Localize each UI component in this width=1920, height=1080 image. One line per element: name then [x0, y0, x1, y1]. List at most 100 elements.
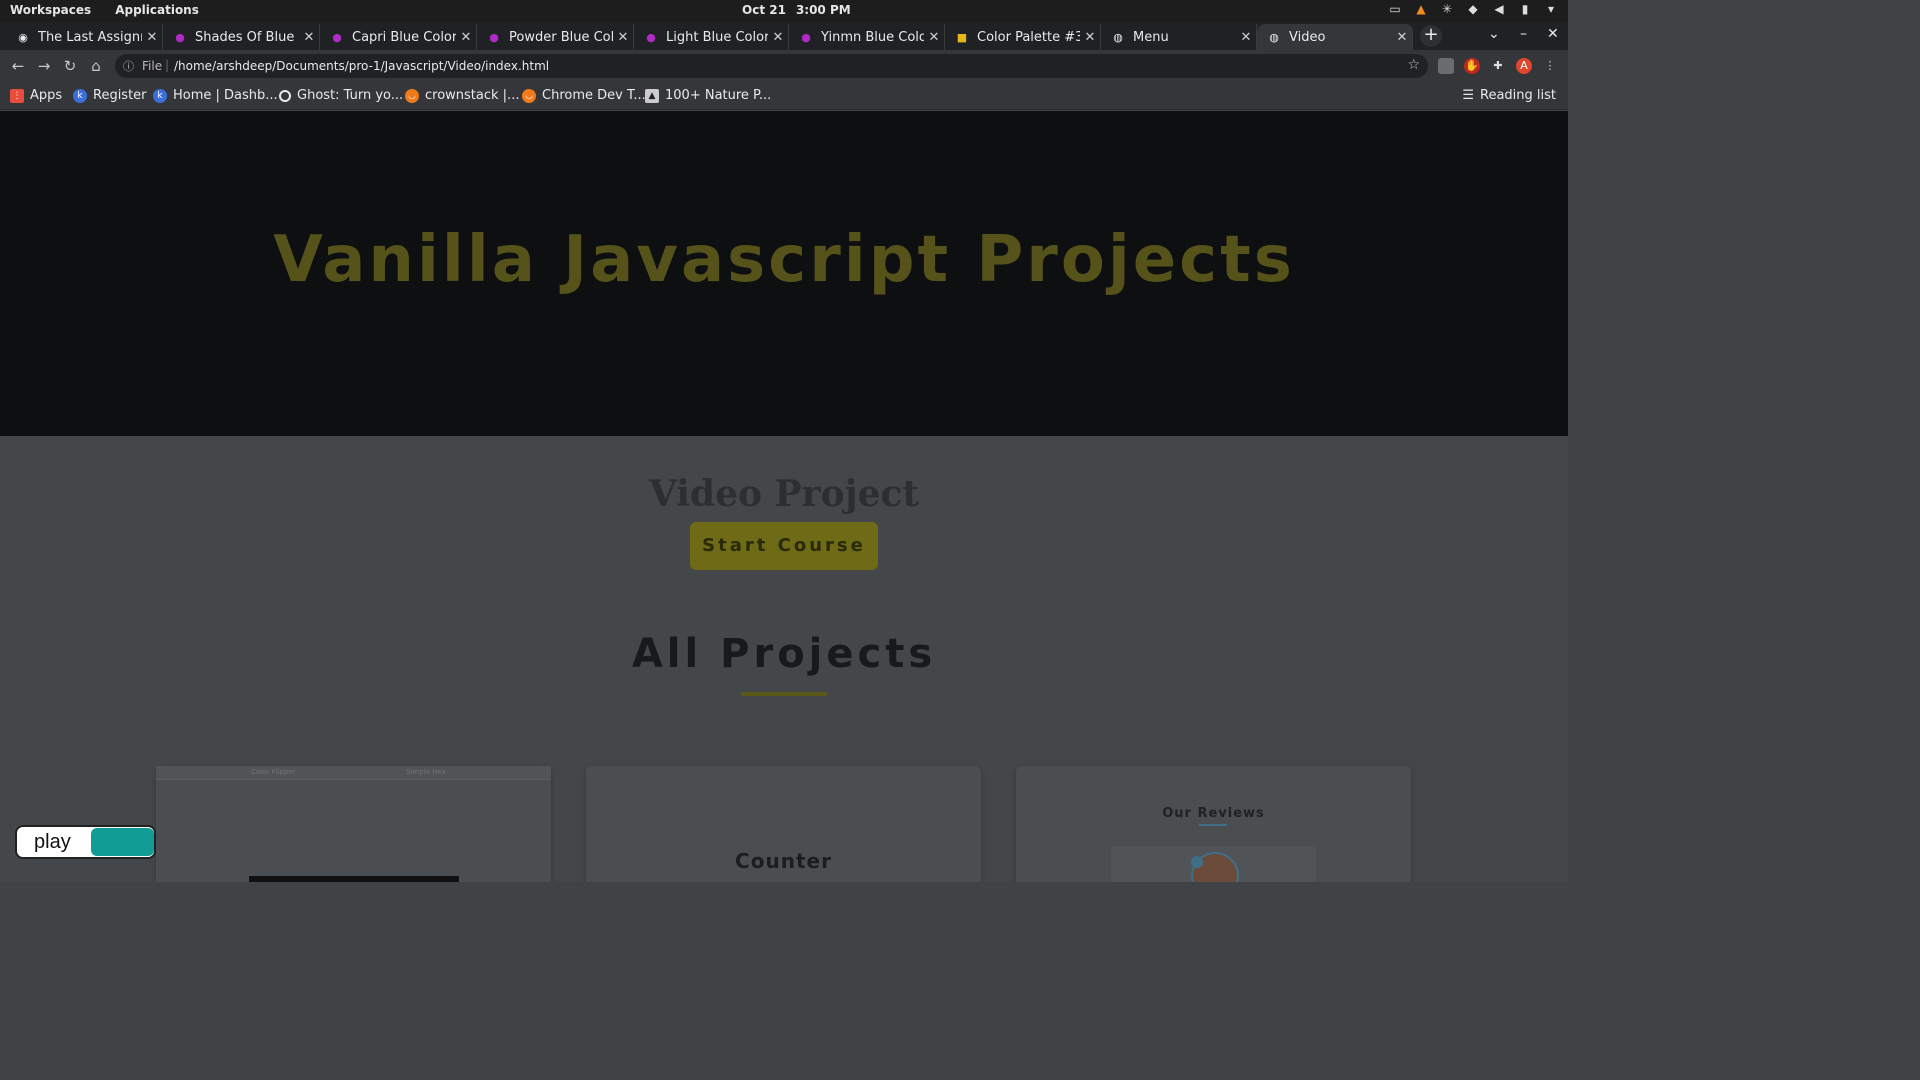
system-tray: ▭ ▲ ✳ ◆ ◀ ▮ ▾ [1388, 2, 1558, 16]
all-projects-title: All Projects [631, 631, 937, 677]
bookmark-label: Ghost: Turn yo... [297, 88, 404, 103]
tab-title: The Last Assignm [38, 29, 142, 45]
project-card-counter[interactable]: Counter [586, 766, 981, 882]
globe-icon: ◍ [1269, 30, 1279, 44]
bookmark-ghost[interactable]: Ghost: Turn yo... [279, 88, 403, 103]
minimize-icon[interactable]: – [1520, 26, 1527, 42]
drop-icon: ● [489, 30, 499, 44]
info-icon[interactable]: ⓘ [123, 58, 134, 74]
play-label: play [34, 831, 71, 853]
close-icon[interactable]: ✕ [1392, 30, 1412, 45]
system-top-bar: Workspaces Applications Oct 21 3:00 PM ▭… [0, 0, 1568, 22]
profile-avatar-icon[interactable]: A [1516, 58, 1532, 74]
tab-title: Shades Of Blue C [195, 29, 299, 45]
card-preview-navbar: Color Flipper Simple Hex [156, 766, 551, 780]
toggle-knob[interactable] [91, 828, 154, 856]
new-tab-button[interactable]: + [1420, 25, 1442, 47]
reviews-title: Our Reviews [1162, 806, 1265, 821]
url-text[interactable]: /home/arshdeep/Documents/pro-1/Javascrip… [174, 59, 549, 73]
tab-title: Menu [1133, 29, 1169, 45]
tab-capri-blue[interactable]: ● Capri Blue Color ✕ [320, 24, 477, 50]
tab-title: Capri Blue Color [352, 29, 456, 45]
kebab-menu-icon[interactable]: ⋮ [1542, 58, 1558, 74]
reload-icon[interactable]: ↻ [60, 56, 80, 76]
close-window-icon[interactable]: ✕ [1547, 26, 1559, 42]
bookmark-star-icon[interactable]: ☆ [1407, 57, 1420, 73]
extension-icon[interactable] [1438, 58, 1454, 74]
battery-icon[interactable]: ▮ [1518, 2, 1532, 16]
globe-icon: ◍ [1113, 30, 1123, 44]
clock[interactable]: Oct 21 3:00 PM [742, 3, 851, 17]
project-card-color-flipper[interactable]: Color Flipper Simple Hex [156, 766, 551, 882]
bookmark-apps[interactable]: ⋮ Apps [10, 88, 62, 103]
tab-title: Powder Blue Colo [509, 29, 613, 45]
close-icon[interactable]: ✕ [456, 30, 476, 45]
close-icon[interactable]: ✕ [1080, 30, 1100, 45]
file-label: File [142, 59, 163, 73]
tab-the-last-assignment[interactable]: ◉ The Last Assignm ✕ [6, 24, 163, 50]
title-underline [741, 692, 827, 696]
volume-icon[interactable]: ◀ [1492, 2, 1506, 16]
k-icon: k [153, 88, 167, 103]
preview-tab: Color Flipper [251, 768, 296, 776]
tab-strip: ◉ The Last Assignm ✕ ● Shades Of Blue C … [0, 22, 1568, 50]
bookmark-label: Chrome Dev T... [542, 88, 646, 103]
close-icon[interactable]: ✕ [1236, 30, 1256, 45]
applications-menu[interactable]: Applications [115, 3, 199, 17]
crown-icon: ◡ [405, 88, 419, 103]
bookmark-label: Apps [30, 88, 63, 103]
k-icon: k [73, 88, 87, 103]
chevron-down-icon[interactable]: ▾ [1544, 2, 1558, 16]
slack-icon[interactable]: ✳ [1440, 2, 1454, 16]
tab-video[interactable]: ◍ Video ✕ [1257, 24, 1413, 50]
close-icon[interactable]: ✕ [613, 30, 633, 45]
video-project-title: Video Project [648, 473, 920, 515]
crown-icon: ◡ [522, 88, 536, 103]
quote-icon [1191, 856, 1203, 868]
bookmark-home-dashboard[interactable]: k Home | Dashb... [153, 88, 278, 103]
tab-color-palette[interactable]: ■ Color Palette #35 ✕ [945, 24, 1101, 50]
drop-icon: ● [801, 30, 811, 44]
puzzle-icon[interactable]: ✚ [1490, 58, 1506, 74]
preview-bar [249, 876, 459, 882]
reading-list[interactable]: ☰ Reading list [1462, 88, 1556, 103]
start-course-button[interactable]: Start Course [690, 522, 878, 570]
palette-icon: ■ [956, 30, 968, 44]
preview-tab: Simple Hex [406, 768, 446, 776]
page-content: Vanilla Javascript Projects Video Projec… [0, 111, 1568, 882]
close-icon[interactable]: ✕ [924, 30, 944, 45]
wifi-icon[interactable]: ◆ [1466, 2, 1480, 16]
play-pause-toggle[interactable]: play [15, 825, 156, 859]
tab-light-blue[interactable]: ● Light Blue Color ✕ [634, 24, 789, 50]
project-card-reviews[interactable]: Our Reviews [1016, 766, 1411, 882]
bookmark-chrome-dev[interactable]: ◡ Chrome Dev T... [522, 88, 646, 103]
tab-title: Yinmn Blue Color [821, 29, 924, 45]
bookmarks-bar: ⋮ Apps k Register k Home | Dashb... Ghos… [0, 82, 1568, 110]
bookmark-crownstack[interactable]: ◡ crownstack |... [405, 88, 519, 103]
chrome-icon: ◉ [18, 30, 28, 44]
bookmark-register[interactable]: k Register [73, 88, 147, 103]
close-icon[interactable]: ✕ [142, 30, 162, 45]
image-icon: ▲ [645, 88, 659, 103]
vlc-icon[interactable]: ▲ [1414, 2, 1428, 16]
tab-menu[interactable]: ◍ Menu ✕ [1101, 24, 1257, 50]
bookmark-nature[interactable]: ▲ 100+ Nature P... [645, 88, 771, 103]
address-bar[interactable]: ⓘ File | /home/arshdeep/Documents/pro-1/… [115, 54, 1428, 78]
tab-powder-blue[interactable]: ● Powder Blue Colo ✕ [477, 24, 634, 50]
hero-video-section: Vanilla Javascript Projects [0, 111, 1568, 436]
tab-search-icon[interactable]: ⌄ [1488, 26, 1500, 42]
home-icon[interactable]: ⌂ [86, 56, 106, 76]
tab-yinmn-blue[interactable]: ● Yinmn Blue Color ✕ [789, 24, 945, 50]
bookmark-label: Register [93, 88, 147, 103]
forward-icon[interactable]: → [34, 56, 54, 76]
close-icon[interactable]: ✕ [768, 30, 788, 45]
clock-date: Oct 21 [742, 3, 786, 17]
reading-list-icon: ☰ [1462, 88, 1474, 103]
display-icon[interactable]: ▭ [1388, 2, 1402, 16]
close-icon[interactable]: ✕ [299, 30, 319, 45]
ghost-icon [279, 89, 291, 102]
back-icon[interactable]: ← [8, 56, 28, 76]
adblock-icon[interactable]: ✋ [1464, 58, 1480, 74]
workspaces-menu[interactable]: Workspaces [10, 3, 91, 17]
tab-shades-of-blue[interactable]: ● Shades Of Blue C ✕ [163, 24, 320, 50]
